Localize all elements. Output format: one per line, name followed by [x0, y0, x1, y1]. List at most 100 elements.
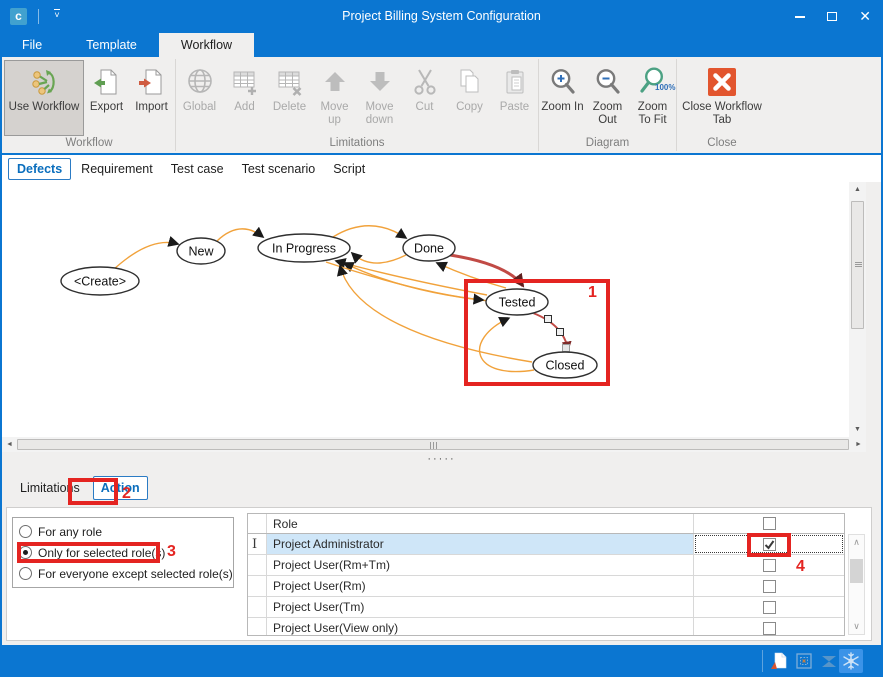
app-window: c ˅ Project Billing System Configuration…: [0, 0, 883, 677]
node-inprogress[interactable]: In Progress: [258, 234, 350, 262]
tab-limitations[interactable]: Limitations: [13, 477, 87, 499]
row-indicator-cell: I: [248, 534, 267, 554]
node-tested[interactable]: Tested: [486, 289, 548, 315]
role-column-header: Role: [267, 514, 694, 533]
scroll-left-icon[interactable]: ◄: [2, 437, 17, 452]
row-indicator-cell: [248, 618, 267, 636]
edge-selection-handle[interactable]: [545, 316, 552, 323]
radio-only-for-selected-role-s[interactable]: Only for selected role(s): [13, 542, 233, 563]
table-scroll-thumb[interactable]: [850, 559, 863, 583]
role-checkbox[interactable]: [763, 622, 776, 635]
role-checkbox[interactable]: [763, 601, 776, 614]
move-down-icon: [364, 66, 396, 98]
ribbon-group-label: Limitations: [177, 136, 537, 153]
status-separator: [762, 650, 763, 672]
tab-test-scenario[interactable]: Test scenario: [234, 159, 324, 179]
edge-selection-handle[interactable]: [563, 345, 570, 352]
table-row-project-user-view-only[interactable]: Project User(View only): [248, 618, 844, 636]
node-create[interactable]: <Create>: [61, 267, 139, 295]
import-button[interactable]: Import: [129, 60, 174, 136]
edge-closed-tested[interactable]: [480, 318, 534, 372]
node-closed[interactable]: Closed: [533, 352, 597, 378]
canvas-right-gap: [866, 182, 881, 452]
table-row-project-administrator[interactable]: IProject Administrator: [248, 534, 844, 555]
drag-pages-icon[interactable]: [768, 651, 788, 671]
tab-test-case[interactable]: Test case: [163, 159, 232, 179]
radio-dot-icon: [19, 567, 32, 580]
panel-splitter[interactable]: ·····: [2, 452, 881, 468]
radio-label: For any role: [38, 525, 102, 539]
role-table-scrollbar[interactable]: ∧ ∨: [848, 534, 865, 635]
tab-defects[interactable]: Defects: [8, 158, 71, 180]
ribbon-tab-bar: FileTemplateWorkflow: [0, 33, 883, 57]
diagram-horizontal-scrollbar[interactable]: ◄ ►: [2, 437, 866, 452]
ribbon-button-label: Move down: [358, 101, 401, 127]
tab-script[interactable]: Script: [325, 159, 373, 179]
zoom-out-button[interactable]: Zoom Out: [585, 60, 630, 136]
delete-button: Delete: [267, 60, 312, 136]
role-checkbox[interactable]: [763, 559, 776, 572]
table-scroll-up-icon[interactable]: ∧: [849, 537, 864, 548]
role-cell: Project User(Tm): [267, 597, 694, 617]
ribbon-group-workflow: Use WorkflowExportImportWorkflow: [4, 57, 174, 153]
role-checkbox[interactable]: [763, 538, 776, 551]
table-row-project-user-rm-tm[interactable]: Project User(Rm+Tm): [248, 555, 844, 576]
limitation-tab-bar: Limitations Action: [2, 470, 881, 506]
edge-new-inprogress[interactable]: [217, 229, 263, 241]
role-checkbox-cell: [694, 576, 844, 596]
status-bar: [0, 645, 883, 677]
collapse-x-icon[interactable]: [819, 651, 839, 671]
node-new[interactable]: New: [177, 238, 225, 264]
radio-dot-icon: [19, 525, 32, 538]
edge-selection-handle[interactable]: [557, 329, 564, 336]
maximize-button[interactable]: [827, 12, 837, 21]
role-cell: Project User(Rm): [267, 576, 694, 596]
scroll-right-icon[interactable]: ►: [851, 437, 866, 452]
node-done[interactable]: Done: [403, 235, 455, 261]
table-row-project-user-rm[interactable]: Project User(Rm): [248, 576, 844, 597]
role-cell: Project User(View only): [267, 618, 694, 636]
edge-inprogress-tested[interactable]: [326, 262, 483, 300]
scroll-down-icon[interactable]: ▼: [849, 422, 866, 437]
edge-inprogress-done[interactable]: [333, 226, 406, 238]
zoom-to-fit-button[interactable]: 100%Zoom To Fit: [630, 60, 675, 136]
dashed-frame-icon[interactable]: [794, 651, 814, 671]
tab-requirement[interactable]: Requirement: [73, 159, 161, 179]
radio-for-any-role[interactable]: For any role: [13, 521, 233, 542]
edge-create-new[interactable]: [113, 242, 178, 270]
table-row-project-user-tm[interactable]: Project User(Tm): [248, 597, 844, 618]
role-checkbox[interactable]: [763, 580, 776, 593]
scroll-up-icon[interactable]: ▲: [849, 182, 866, 197]
close-button[interactable]: ✕: [859, 10, 871, 23]
select-all-checkbox[interactable]: [763, 517, 776, 530]
edge-tested-inprogress-a[interactable]: [336, 261, 487, 295]
vertical-scroll-thumb[interactable]: [851, 201, 864, 329]
minimize-button[interactable]: [795, 16, 805, 18]
diagram-vertical-scrollbar[interactable]: ▲ ▼: [849, 182, 866, 437]
table-scroll-down-icon[interactable]: ∨: [849, 621, 864, 632]
snowflake-icon[interactable]: [841, 651, 861, 671]
ribbon-tab-file[interactable]: File: [0, 33, 64, 57]
ribbon-tab-workflow[interactable]: Workflow: [159, 33, 254, 57]
ribbon-button-label: Zoom Out: [586, 101, 629, 127]
edge-done-tested[interactable]: [450, 255, 523, 286]
workflow-diagram-canvas[interactable]: <Create> New In Progress Done Tested Closed: [2, 182, 850, 437]
role-checkbox-cell: [694, 618, 844, 636]
ribbon-button-label: Import: [135, 101, 168, 114]
node-label: New: [188, 245, 214, 259]
ribbon-button-label: Close Workflow Tab: [679, 101, 765, 127]
global-button: Global: [177, 60, 222, 136]
ribbon-tab-template[interactable]: Template: [64, 33, 159, 57]
close-workflow-tab-button[interactable]: Close Workflow Tab: [678, 60, 766, 136]
select-all-cell: [694, 514, 844, 533]
edge-done-inprogress[interactable]: [352, 253, 406, 263]
horizontal-scroll-thumb[interactable]: [17, 439, 849, 450]
radio-for-everyone-except-selected-role-s[interactable]: For everyone except selected role(s): [13, 563, 233, 584]
export-button[interactable]: Export: [84, 60, 129, 136]
tab-action[interactable]: Action: [93, 476, 148, 500]
zoom-in-button[interactable]: Zoom In: [540, 60, 585, 136]
ribbon-button-label: Paste: [500, 101, 529, 114]
ribbon: Use WorkflowExportImportWorkflowGlobalAd…: [2, 57, 881, 153]
use-workflow-button[interactable]: Use Workflow: [4, 60, 84, 136]
move-up-button: Move up: [312, 60, 357, 136]
